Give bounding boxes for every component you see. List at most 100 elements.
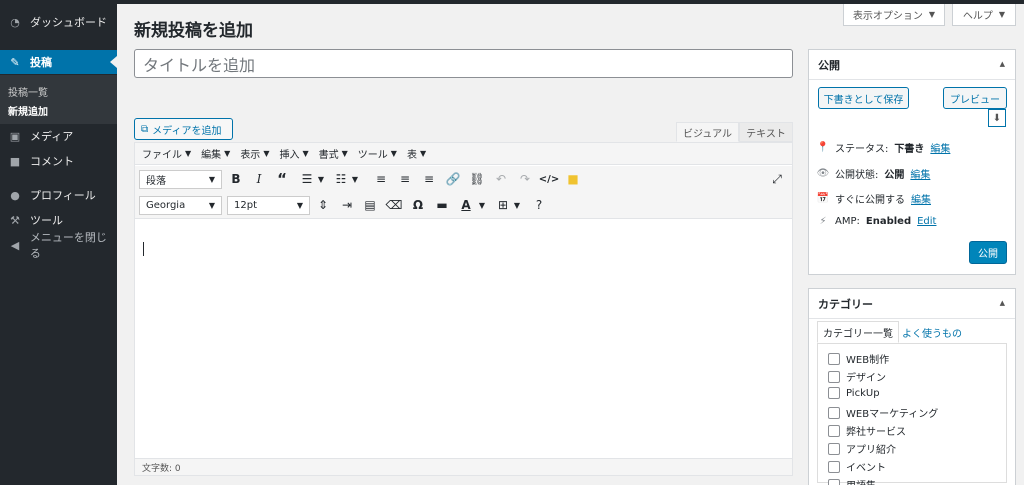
category-item[interactable]: イベント xyxy=(828,459,886,474)
user-icon: ● xyxy=(10,188,20,202)
checkbox[interactable] xyxy=(828,387,840,399)
preview-button[interactable]: プレビュー xyxy=(943,87,1007,109)
add-media-label: メディアを追加 xyxy=(152,125,222,137)
link-icon[interactable]: 🔗 xyxy=(444,170,462,188)
align-center-icon[interactable]: ≡ xyxy=(396,170,414,188)
code-icon[interactable]: </> xyxy=(539,170,559,188)
admin-sidebar: ◔ ダッシュボード ✎ 投稿 投稿一覧 新規追加 ▣ メディア ■ コメント ●… xyxy=(0,4,117,485)
screen-options-button[interactable]: 表示オプション ▼ xyxy=(843,4,945,26)
classic-editor: ファイル ▼ 編集 ▼ 表示 ▼ 挿入 ▼ 書式 ▼ ツール ▼ 表 ▼ 段落 ▼ B I “ … xyxy=(134,142,793,476)
category-item[interactable]: アプリ紹介 xyxy=(828,441,896,456)
sidebar-item-media[interactable]: ▣ メディア xyxy=(0,124,117,148)
submenu-all-posts[interactable]: 投稿一覧 xyxy=(8,84,48,99)
chevron-up-icon[interactable]: ▲ xyxy=(1000,60,1005,68)
publish-box: 公開 ▲ 下書きとして保存 プレビュー ⬇ 📍 ステータス: 下書き 編集 👁 公開状… xyxy=(808,49,1016,275)
category-box-title: カテゴリー xyxy=(818,297,873,311)
menu-edit[interactable]: 編集 ▼ xyxy=(201,146,230,161)
comment-icon: ■ xyxy=(9,154,21,168)
chevron-down-icon[interactable]: ▼ xyxy=(346,170,364,188)
sidebar-item-label: プロフィール xyxy=(30,189,96,202)
amp-preview-icon[interactable]: ⬇ xyxy=(988,109,1006,127)
sidebar-item-label: ダッシュボード xyxy=(30,16,107,29)
eye-icon: 👁 xyxy=(816,168,830,179)
tab-visual[interactable]: ビジュアル xyxy=(676,122,739,142)
menu-view[interactable]: 表示 ▼ xyxy=(240,146,269,161)
font-size-select[interactable]: 12pt ▼ xyxy=(227,195,310,215)
sidebar-item-dashboard[interactable]: ◔ ダッシュボード xyxy=(0,10,117,34)
category-item[interactable]: 弊社サービス xyxy=(828,423,906,438)
checkbox[interactable] xyxy=(828,460,840,473)
menu-insert[interactable]: 挿入 ▼ xyxy=(279,146,308,161)
category-item[interactable]: PickUp xyxy=(828,387,880,399)
publish-button[interactable]: 公開 xyxy=(969,241,1007,264)
tab-all-categories[interactable]: カテゴリー一覧 xyxy=(817,321,899,343)
paste-text-icon[interactable]: ▤ xyxy=(361,196,379,214)
checkbox[interactable] xyxy=(828,406,840,419)
help-icon[interactable]: ? xyxy=(530,196,548,214)
sidebar-item-label: メディア xyxy=(30,130,74,143)
checkbox[interactable] xyxy=(828,478,840,485)
checkbox[interactable] xyxy=(828,424,840,437)
indent-icon[interactable]: ⇥ xyxy=(338,196,356,214)
bold-icon[interactable]: B xyxy=(227,170,245,188)
collapse-menu-button[interactable]: ◀ メニューを閉じる xyxy=(0,231,117,260)
checkbox[interactable] xyxy=(828,370,840,383)
category-box-header[interactable]: カテゴリー ▲ xyxy=(809,289,1015,319)
chevron-down-icon[interactable]: ▼ xyxy=(312,170,330,188)
blockquote-icon[interactable]: “ xyxy=(273,170,291,188)
font-family-select[interactable]: Georgia ▼ xyxy=(139,195,222,215)
format-select[interactable]: 段落 ▼ xyxy=(139,169,222,189)
category-item[interactable]: デザイン xyxy=(828,369,886,384)
edit-schedule-link[interactable]: 編集 xyxy=(911,191,931,206)
clear-format-icon[interactable]: ⌫ xyxy=(385,196,403,214)
category-item[interactable]: WEBマーケティング xyxy=(828,405,938,420)
menu-tools[interactable]: ツール ▼ xyxy=(358,146,397,161)
publish-box-header[interactable]: 公開 ▲ xyxy=(809,50,1015,80)
menu-table[interactable]: 表 ▼ xyxy=(407,146,426,161)
editor-menubar: ファイル ▼ 編集 ▼ 表示 ▼ 挿入 ▼ 書式 ▼ ツール ▼ 表 ▼ xyxy=(135,143,792,165)
amp-icon: ⚡ xyxy=(819,216,827,227)
wrench-icon: ⚒ xyxy=(10,213,20,227)
checkbox[interactable] xyxy=(828,442,840,455)
special-char-icon[interactable]: Ω xyxy=(409,196,427,214)
title-placeholder: タイトルを追加 xyxy=(143,55,256,75)
note-icon[interactable]: ■ xyxy=(564,170,582,188)
caret-down-icon: ▼ xyxy=(998,10,1006,19)
redo-icon[interactable]: ↷ xyxy=(516,170,534,188)
sidebar-item-label: 投稿 xyxy=(30,56,52,69)
align-left-icon[interactable]: ≡ xyxy=(372,170,390,188)
horizontal-rule-icon[interactable]: ▬ xyxy=(433,196,451,214)
edit-visibility-link[interactable]: 編集 xyxy=(910,166,930,181)
chevron-down-icon[interactable]: ▼ xyxy=(508,196,526,214)
save-draft-button[interactable]: 下書きとして保存 xyxy=(818,87,909,109)
undo-icon[interactable]: ↶ xyxy=(492,170,510,188)
edit-amp-link[interactable]: Edit xyxy=(917,216,936,227)
unlink-icon[interactable]: ⛓ xyxy=(468,170,486,188)
sidebar-item-posts[interactable]: ✎ 投稿 xyxy=(0,50,117,74)
menu-file[interactable]: ファイル ▼ xyxy=(142,146,191,161)
category-item[interactable]: WEB制作 xyxy=(828,351,889,366)
tab-popular-categories[interactable]: よく使うもの xyxy=(897,321,967,343)
tab-text[interactable]: テキスト xyxy=(739,122,793,142)
checkbox[interactable] xyxy=(828,352,840,365)
editor-content-area[interactable] xyxy=(135,220,792,458)
help-button[interactable]: ヘルプ ▼ xyxy=(952,4,1016,26)
sidebar-item-label: ツール xyxy=(30,214,63,227)
chevron-up-icon[interactable]: ▲ xyxy=(1000,299,1005,307)
sidebar-item-profile[interactable]: ● プロフィール xyxy=(0,183,117,207)
italic-icon[interactable]: I xyxy=(250,170,268,188)
add-media-button[interactable]: ⧉ メディアを追加 xyxy=(134,118,233,140)
category-item[interactable]: 用語集 xyxy=(828,477,876,485)
fullscreen-icon[interactable]: ⤢ xyxy=(768,170,786,188)
menu-format[interactable]: 書式 ▼ xyxy=(319,146,348,161)
line-height-icon[interactable]: ⇕ xyxy=(314,196,332,214)
post-title-input[interactable]: タイトルを追加 xyxy=(134,49,793,78)
chevron-down-icon[interactable]: ▼ xyxy=(473,196,491,214)
align-right-icon[interactable]: ≡ xyxy=(420,170,438,188)
posts-submenu: 投稿一覧 新規追加 xyxy=(0,75,117,124)
edit-status-link[interactable]: 編集 xyxy=(930,140,950,155)
screen-options-label: 表示オプション xyxy=(852,11,923,22)
submenu-add-new[interactable]: 新規追加 xyxy=(8,103,48,118)
editor-toolbar-1: 段落 ▼ B I “ ☰ ▼ ☷ ▼ ≡ ≡ ≡ 🔗 ⛓ ↶ ↷ </> ■ ⤢ xyxy=(135,166,792,192)
sidebar-item-comments[interactable]: ■ コメント xyxy=(0,149,117,173)
